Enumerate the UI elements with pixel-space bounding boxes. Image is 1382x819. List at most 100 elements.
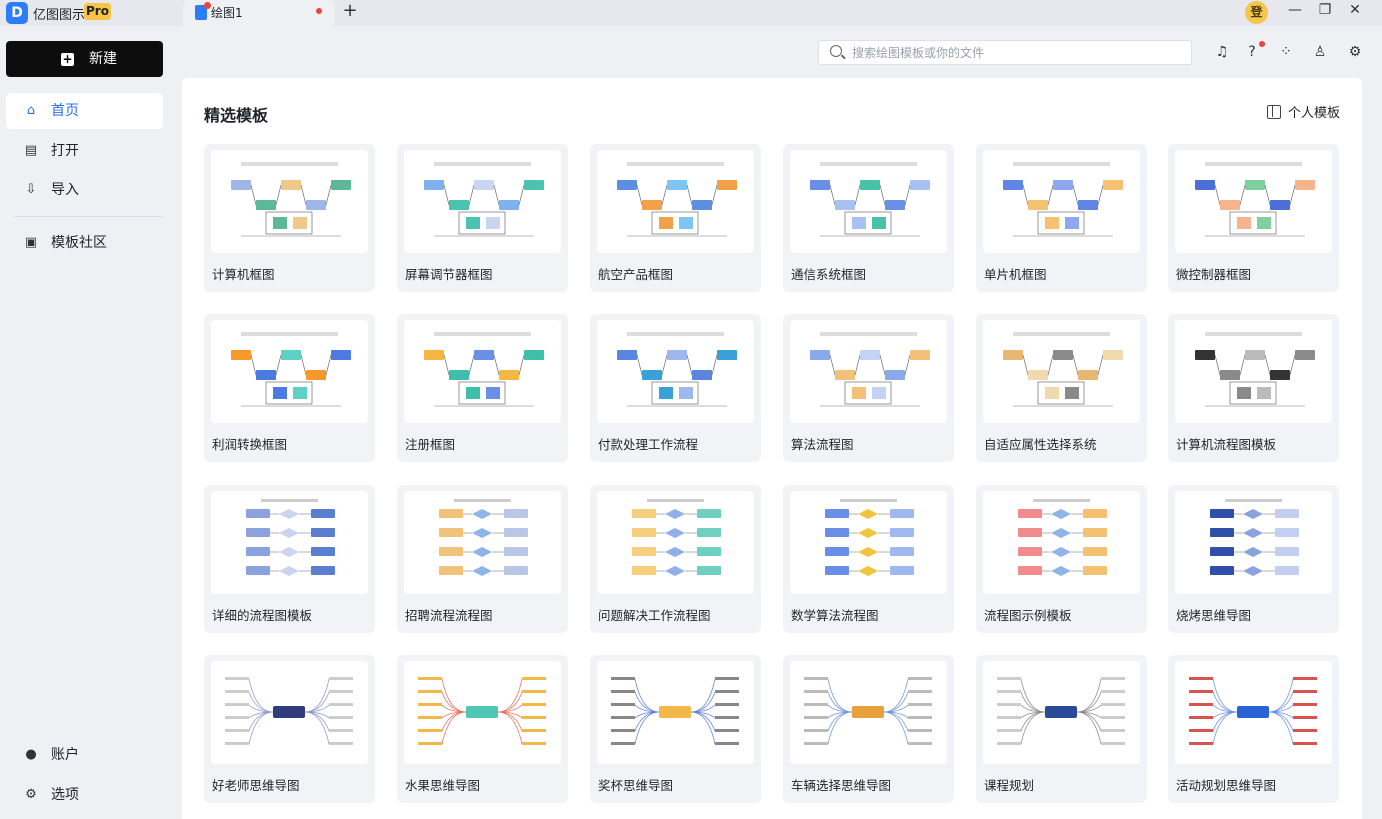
template-thumbnail: [983, 491, 1140, 594]
template-title: 车辆选择思维导图: [791, 778, 892, 793]
add-tab-button[interactable]: +: [342, 0, 358, 24]
template-title: 通信系统框图: [791, 267, 867, 282]
bell-icon[interactable]: ♫: [1213, 43, 1231, 61]
template-thumbnail: [597, 491, 754, 594]
template-card[interactable]: 微控制器框图: [1168, 144, 1339, 292]
template-title: 奖杯思维导图: [598, 778, 674, 793]
template-card[interactable]: 详细的流程图模板: [204, 485, 375, 633]
template-card[interactable]: 问题解决工作流程图: [590, 485, 761, 633]
template-card[interactable]: 奖杯思维导图: [590, 655, 761, 803]
template-card[interactable]: 航空产品框图: [590, 144, 761, 292]
sidebar-item-label: 模板社区: [51, 235, 107, 251]
main-panel: 精选模板 个人模板 计算机框图 屏幕调节器框图 航空产品框图 通信系统框图 单片机框图 微…: [182, 78, 1362, 819]
template-thumbnail: [404, 661, 561, 764]
pro-badge[interactable]: Pro: [84, 3, 111, 20]
help-icon[interactable]: ?: [1243, 43, 1261, 61]
search-input[interactable]: [852, 43, 1172, 62]
template-thumbnail: [597, 320, 754, 423]
notification-dot-icon: [1259, 41, 1265, 47]
search-icon: [830, 45, 842, 57]
template-title: 课程规划: [984, 778, 1035, 793]
settings-gear-icon[interactable]: ⚙: [1346, 43, 1364, 61]
document-icon: [195, 2, 211, 20]
app-name: 亿图图示: [33, 8, 86, 23]
template-card[interactable]: 流程图示例模板: [976, 485, 1147, 633]
personal-templates-label: 个人模板: [1287, 106, 1340, 121]
personal-templates-button[interactable]: 个人模板: [1266, 102, 1340, 121]
login-avatar[interactable]: 登: [1245, 1, 1268, 24]
sidebar-item-label: 选项: [51, 787, 79, 803]
template-thumbnail: [1175, 661, 1332, 764]
section-title: 精选模板: [204, 106, 269, 125]
template-card[interactable]: 屏幕调节器框图: [397, 144, 568, 292]
template-thumbnail: [597, 661, 754, 764]
sidebar-item-open[interactable]: ▤ 打开: [6, 133, 163, 169]
template-thumbnail: [404, 150, 561, 253]
template-title: 问题解决工作流程图: [598, 608, 711, 623]
template-thumbnail: [790, 320, 947, 423]
tab-label: 绘图1: [211, 6, 243, 20]
minimize-button[interactable]: —: [1280, 0, 1310, 22]
plus-icon: +: [61, 52, 74, 66]
template-thumbnail: [211, 661, 368, 764]
sidebar-divider: [14, 216, 163, 217]
template-thumbnail: [983, 150, 1140, 253]
skin-icon[interactable]: ♙: [1311, 43, 1329, 61]
template-card[interactable]: 数学算法流程图: [783, 485, 954, 633]
template-title: 微控制器框图: [1176, 267, 1252, 282]
template-card[interactable]: 利润转换框图: [204, 314, 375, 462]
template-card[interactable]: 活动规划思维导图: [1168, 655, 1339, 803]
template-card[interactable]: 算法流程图: [783, 314, 954, 462]
sidebar-item-community[interactable]: ▣ 模板社区: [6, 225, 163, 261]
layout-icon: [1266, 105, 1281, 119]
community-icon: ▣: [24, 235, 38, 250]
template-title: 流程图示例模板: [984, 608, 1072, 623]
template-thumbnail: [983, 661, 1140, 764]
sidebar-item-label: 导入: [51, 182, 79, 198]
template-title: 利润转换框图: [212, 437, 288, 452]
new-button-label: 新建: [89, 51, 117, 67]
title-bar: D 亿图图示 Pro 绘图1 + 登 — ❐ ✕: [0, 0, 1382, 26]
template-card[interactable]: 好老师思维导图: [204, 655, 375, 803]
template-title: 详细的流程图模板: [212, 608, 313, 623]
template-card[interactable]: 水果思维导图: [397, 655, 568, 803]
user-icon: ●: [25, 747, 37, 762]
template-card[interactable]: 通信系统框图: [783, 144, 954, 292]
template-card[interactable]: 付款处理工作流程: [590, 314, 761, 462]
sidebar-item-label: 账户: [51, 747, 79, 763]
close-button[interactable]: ✕: [1340, 0, 1370, 22]
file-icon: ▤: [24, 143, 38, 158]
template-title: 好老师思维导图: [212, 778, 300, 793]
sidebar-item-options[interactable]: ⚙ 选项: [6, 777, 163, 813]
app-logo-icon: D: [6, 2, 28, 24]
template-title: 数学算法流程图: [791, 608, 879, 623]
template-card[interactable]: 车辆选择思维导图: [783, 655, 954, 803]
template-title: 算法流程图: [791, 437, 854, 452]
template-card[interactable]: 注册框图: [397, 314, 568, 462]
template-card[interactable]: 单片机框图: [976, 144, 1147, 292]
template-card[interactable]: 计算机流程图模板: [1168, 314, 1339, 462]
template-thumbnail: [211, 491, 368, 594]
gear-icon: ⚙: [25, 787, 37, 802]
template-card[interactable]: 计算机框图: [204, 144, 375, 292]
template-title: 注册框图: [405, 437, 456, 452]
search-box[interactable]: [818, 40, 1192, 65]
template-card[interactable]: 烧烤思维导图: [1168, 485, 1339, 633]
template-title: 水果思维导图: [405, 778, 481, 793]
apps-icon[interactable]: ⁘: [1277, 43, 1295, 61]
template-thumbnail: [790, 150, 947, 253]
unsaved-dot-icon[interactable]: [316, 8, 322, 14]
template-card[interactable]: 招聘流程流程图: [397, 485, 568, 633]
template-thumbnail: [404, 320, 561, 423]
tab-document[interactable]: 绘图1: [183, 0, 335, 26]
new-button[interactable]: + 新建: [6, 41, 163, 77]
sidebar-item-import[interactable]: ⇩ 导入: [6, 172, 163, 208]
template-card[interactable]: 课程规划: [976, 655, 1147, 803]
template-card[interactable]: 自适应属性选择系统: [976, 314, 1147, 462]
sidebar-item-account[interactable]: ● 账户: [6, 737, 163, 773]
template-thumbnail: [1175, 150, 1332, 253]
maximize-button[interactable]: ❐: [1310, 0, 1340, 22]
template-thumbnail: [404, 491, 561, 594]
sidebar-item-home[interactable]: ⌂ 首页: [6, 93, 163, 129]
template-title: 烧烤思维导图: [1176, 608, 1252, 623]
